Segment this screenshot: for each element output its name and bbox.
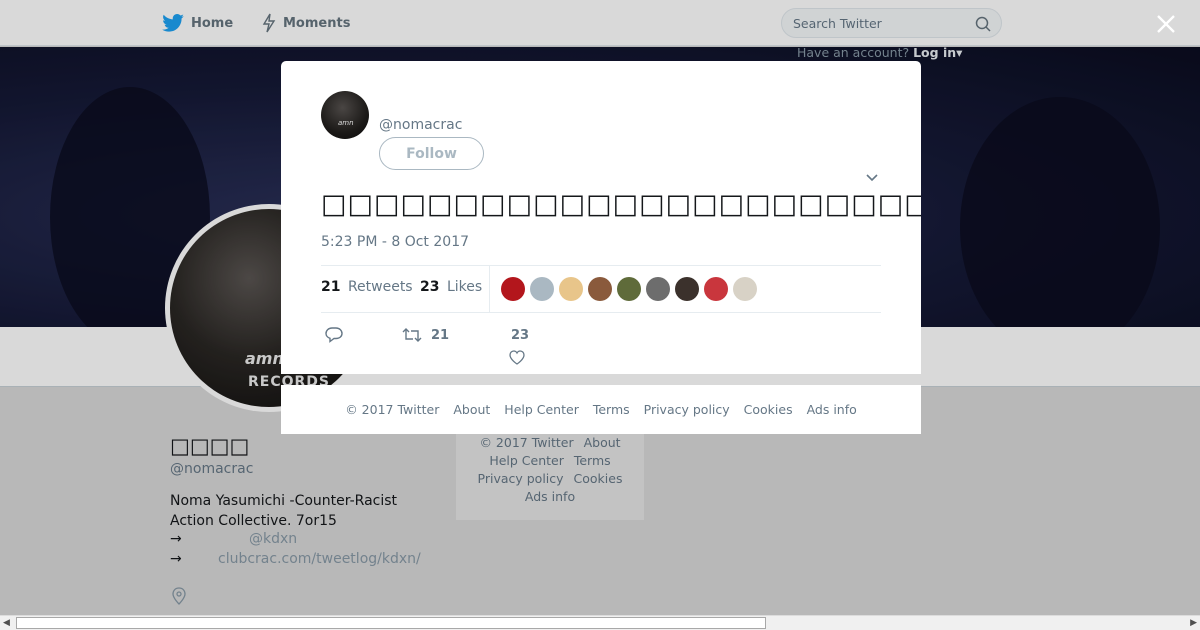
likes-label: Likes [446, 279, 483, 295]
liker-avatar[interactable] [588, 277, 612, 301]
footer-link-about[interactable]: About [453, 402, 490, 417]
liker-avatar[interactable] [675, 277, 699, 301]
horizontal-scrollbar[interactable]: ◀ ▶ [0, 615, 1200, 630]
liker-avatar[interactable] [617, 277, 641, 301]
likes-count: 23 [420, 279, 440, 295]
tweet-author-handle[interactable]: @nomacrac [379, 117, 462, 133]
tweet-text: □□□□□□□□□□□□□□□□□□□□□□□□□□□□□□□□□□□□□□□□… [321, 189, 921, 220]
avatar-logo-text: amn [338, 119, 354, 127]
chevron-down-icon[interactable] [865, 173, 879, 183]
modal-footer: © 2017 Twitter About Help Center Terms P… [281, 385, 921, 434]
tweet-stats: 21 Retweets 23 Likes [321, 265, 881, 313]
tweet-permalink-modal: amn @nomacrac Follow □□□□□□□□□□□□□□□□□□□… [281, 61, 921, 374]
liker-avatar[interactable] [733, 277, 757, 301]
liker-avatar[interactable] [559, 277, 583, 301]
tweet-actions: 21 23 [321, 323, 881, 373]
stats-divider [489, 266, 490, 312]
close-icon[interactable] [1155, 13, 1177, 35]
scrollbar-thumb[interactable] [16, 617, 766, 629]
footer-link-terms[interactable]: Terms [593, 402, 630, 417]
retweets-stat[interactable]: 21 Retweets [321, 279, 413, 295]
tweet-author-avatar[interactable]: amn [321, 91, 369, 139]
heart-icon[interactable] [509, 350, 525, 365]
liker-avatar[interactable] [530, 277, 554, 301]
scroll-right-arrow-icon[interactable]: ▶ [1190, 618, 1197, 628]
retweet-action-count[interactable]: 21 [431, 328, 449, 343]
liker-avatar[interactable] [704, 277, 728, 301]
retweets-label: Retweets [347, 279, 413, 295]
liker-avatar[interactable] [646, 277, 670, 301]
footer-link-privacy-policy[interactable]: Privacy policy [644, 402, 730, 417]
follow-button[interactable]: Follow [379, 137, 484, 170]
like-action-count[interactable]: 23 [511, 328, 529, 343]
retweet-icon[interactable] [402, 327, 422, 343]
footer-link-help-center[interactable]: Help Center [504, 402, 579, 417]
tweet-timestamp[interactable]: 5:23 PM - 8 Oct 2017 [321, 234, 469, 250]
liker-avatar[interactable] [501, 277, 525, 301]
scroll-left-arrow-icon[interactable]: ◀ [3, 618, 10, 628]
reply-icon[interactable] [325, 327, 343, 343]
footer-link-cookies[interactable]: Cookies [744, 402, 793, 417]
footer-link-copyright: © 2017 Twitter [345, 402, 440, 417]
retweets-count: 21 [321, 279, 341, 295]
likes-stat[interactable]: 23 Likes [420, 279, 482, 295]
footer-link-ads-info[interactable]: Ads info [807, 402, 857, 417]
